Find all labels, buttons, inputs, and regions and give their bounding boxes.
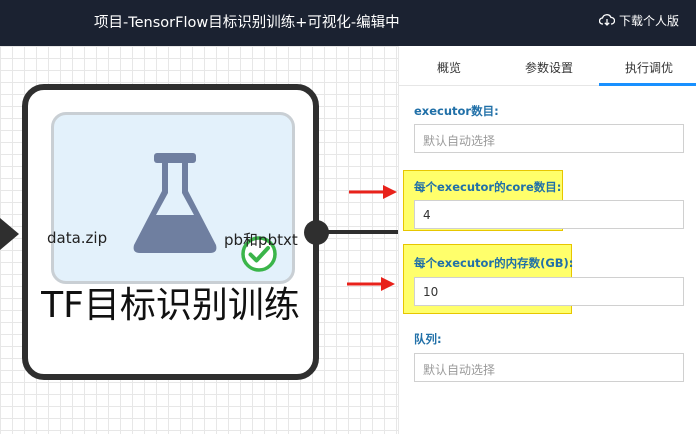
queue-label: 队列: [414,332,442,346]
panel-tabs: 概览 参数设置 执行调优 [399,46,696,86]
executor-memory-label: 每个executor的内存数(GB): [414,256,574,270]
executor-count-input[interactable]: 默认自动选择 [414,124,684,153]
download-label: 下载个人版 [618,14,679,28]
input-arrow [0,218,19,250]
top-bar: 项目-TensorFlow目标识别训练+可视化-编辑中 下载个人版 [0,0,696,46]
output-edge [326,230,398,234]
output-port-label: pb和pbtxt [224,231,298,249]
workflow-canvas[interactable]: data.zip pb和pbtxt TF目标识别训练 [0,46,398,434]
tab-overview[interactable]: 概览 [437,59,461,76]
executor-memory-input[interactable]: 10 [414,277,684,306]
settings-panel: 概览 参数设置 执行调优 executor数目: 默认自动选择 每个execut… [398,46,696,434]
active-tab-indicator [599,83,696,86]
project-title: 项目-TensorFlow目标识别训练+可视化-编辑中 [94,15,400,31]
tab-tuning[interactable]: 执行调优 [625,59,673,76]
download-button[interactable]: 下载个人版 [598,12,679,29]
executor-core-label: 每个executor的core数目: [414,180,562,194]
flask-icon [132,153,218,257]
queue-input[interactable]: 默认自动选择 [414,353,684,382]
executor-count-label: executor数目: [414,104,499,118]
node-name: TF目标识别训练 [41,285,300,326]
cloud-download-icon [598,13,616,29]
tab-parameters[interactable]: 参数设置 [525,59,573,76]
red-arrow-icon [347,277,395,291]
workflow-node[interactable]: data.zip pb和pbtxt TF目标识别训练 [22,84,319,380]
input-port-label: data.zip [47,229,108,247]
executor-core-input[interactable]: 4 [414,200,684,229]
node-icon-box [51,112,295,284]
red-arrow-icon [349,185,397,199]
